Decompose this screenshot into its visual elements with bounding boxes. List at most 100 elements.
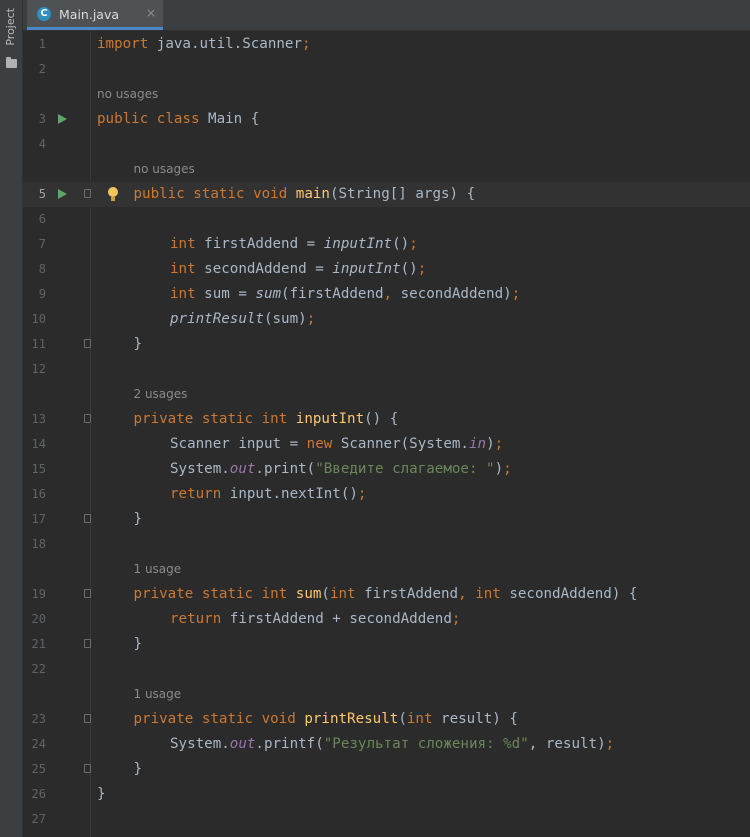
code-token: firstAddend + secondAddend	[221, 611, 452, 627]
line-number: 10	[31, 312, 46, 326]
code-vision-hint-row: no usages	[23, 82, 750, 107]
code-line[interactable]: 1 import java.util.Scanner;	[23, 32, 750, 57]
code-text: }	[134, 332, 143, 357]
editor-tab-main-java[interactable]: C Main.java ×	[27, 0, 163, 30]
fold-icon[interactable]	[84, 714, 91, 723]
line-number: 22	[31, 662, 46, 676]
line-number: 25	[31, 762, 46, 776]
lightbulb-icon[interactable]	[108, 187, 118, 201]
line-number: 7	[38, 237, 46, 251]
code-line[interactable]: 14 Scanner input = new Scanner(System.in)…	[23, 432, 750, 457]
code-line[interactable]: 20 return firstAddend + secondAddend;	[23, 607, 750, 632]
usages-hint[interactable]: 1 usage	[134, 682, 182, 707]
code-token: public class	[97, 111, 200, 127]
code-token: ;	[357, 486, 367, 502]
line-number: 2	[38, 62, 46, 76]
code-text: }	[97, 782, 106, 807]
code-token: import	[97, 36, 149, 52]
code-token: result) {	[432, 711, 518, 727]
code-text: private static void printResult(int resu…	[134, 707, 518, 732]
code-line[interactable]: 21}	[23, 632, 750, 657]
code-editor[interactable]: 1 import java.util.Scanner; 2 no usages 3 pub…	[23, 31, 750, 837]
code-text: return input.nextInt();	[170, 482, 366, 507]
code-vision-hint-row: 2 usages	[23, 382, 750, 407]
usages-hint[interactable]: 1 usage	[134, 557, 182, 582]
run-icon[interactable]	[58, 189, 67, 199]
code-line[interactable]: 18	[23, 532, 750, 557]
fold-icon[interactable]	[84, 514, 91, 523]
code-token: System.	[170, 461, 230, 477]
code-line[interactable]: 10 printResult(sum);	[23, 307, 750, 332]
code-line[interactable]: 3 public class Main {	[23, 107, 750, 132]
code-line[interactable]: 22	[23, 657, 750, 682]
code-line[interactable]: 19 private static int sum(int firstAddend…	[23, 582, 750, 607]
code-line[interactable]: 4	[23, 132, 750, 157]
usages-hint[interactable]: no usages	[97, 82, 158, 107]
code-vision-hint-row: 1 usage	[23, 557, 750, 582]
code-line[interactable]: 8 int secondAddend = inputInt();	[23, 257, 750, 282]
code-line[interactable]: 16 return input.nextInt();	[23, 482, 750, 507]
line-number: 13	[31, 412, 46, 426]
folder-icon[interactable]	[6, 57, 17, 68]
code-line[interactable]: 27	[23, 807, 750, 832]
code-token: private static void	[133, 711, 296, 727]
code-line[interactable]: 5 public static void main(String[] args) …	[23, 182, 750, 207]
code-line[interactable]: 13 private static int inputInt() {	[23, 407, 750, 432]
line-number: 18	[31, 537, 46, 551]
code-token: int	[170, 286, 196, 302]
project-tool-button[interactable]: Project	[4, 8, 17, 46]
code-token: ;	[451, 611, 461, 627]
code-token: inputInt	[323, 236, 393, 252]
code-token: ;	[302, 36, 311, 52]
code-token: new	[306, 436, 333, 452]
usages-hint[interactable]: 2 usages	[134, 382, 188, 407]
code-token: "Результат сложения: %d"	[323, 736, 529, 752]
code-token: Scanner input =	[170, 436, 307, 452]
code-line[interactable]: 26}	[23, 782, 750, 807]
code-token: ;	[605, 736, 615, 752]
code-token: }	[133, 511, 143, 527]
code-line[interactable]: 23 private static void printResult(int re…	[23, 707, 750, 732]
code-token: ;	[306, 311, 316, 327]
usages-hint[interactable]: no usages	[134, 157, 195, 182]
code-token: ;	[409, 236, 418, 252]
code-token: result)	[537, 736, 606, 752]
line-number: 11	[31, 337, 46, 351]
fold-icon[interactable]	[84, 589, 91, 598]
code-token: (	[321, 586, 330, 602]
code-line[interactable]: 11}	[23, 332, 750, 357]
code-token: ;	[417, 261, 427, 277]
code-token: Main {	[199, 111, 260, 127]
code-line[interactable]: 25}	[23, 757, 750, 782]
code-token: ()	[392, 236, 410, 252]
run-icon[interactable]	[58, 114, 67, 124]
code-token: sum =	[195, 286, 256, 302]
fold-icon[interactable]	[84, 639, 91, 648]
code-token: private static int	[133, 411, 288, 427]
code-line[interactable]: 15 System.out.print("Введите слагаемое: "…	[23, 457, 750, 482]
code-line[interactable]: 6	[23, 207, 750, 232]
code-line[interactable]: 9 int sum = sum(firstAddend, secondAddend…	[23, 282, 750, 307]
code-line[interactable]: 12	[23, 357, 750, 382]
code-token: public static void	[133, 186, 288, 202]
line-number: 19	[31, 587, 46, 601]
line-number: 21	[31, 637, 46, 651]
line-number: 1	[38, 37, 46, 51]
fold-icon[interactable]	[84, 414, 91, 423]
fold-icon[interactable]	[84, 339, 91, 348]
fold-icon[interactable]	[84, 764, 91, 773]
code-line[interactable]: 24 System.out.printf("Результат сложения:…	[23, 732, 750, 757]
code-token: (firstAddend	[281, 286, 384, 302]
line-number: 26	[31, 787, 46, 801]
code-line[interactable]: 2	[23, 57, 750, 82]
line-number: 23	[31, 712, 46, 726]
code-token: Scanner(System.	[332, 436, 469, 452]
code-line[interactable]: 7 int firstAddend = inputInt();	[23, 232, 750, 257]
code-text: import java.util.Scanner;	[97, 32, 311, 57]
code-line[interactable]: 17}	[23, 507, 750, 532]
code-text: public static void main(String[] args) {	[134, 182, 476, 207]
close-icon[interactable]: ×	[146, 6, 156, 20]
code-token: firstAddend =	[195, 236, 324, 252]
fold-icon[interactable]	[84, 189, 91, 198]
